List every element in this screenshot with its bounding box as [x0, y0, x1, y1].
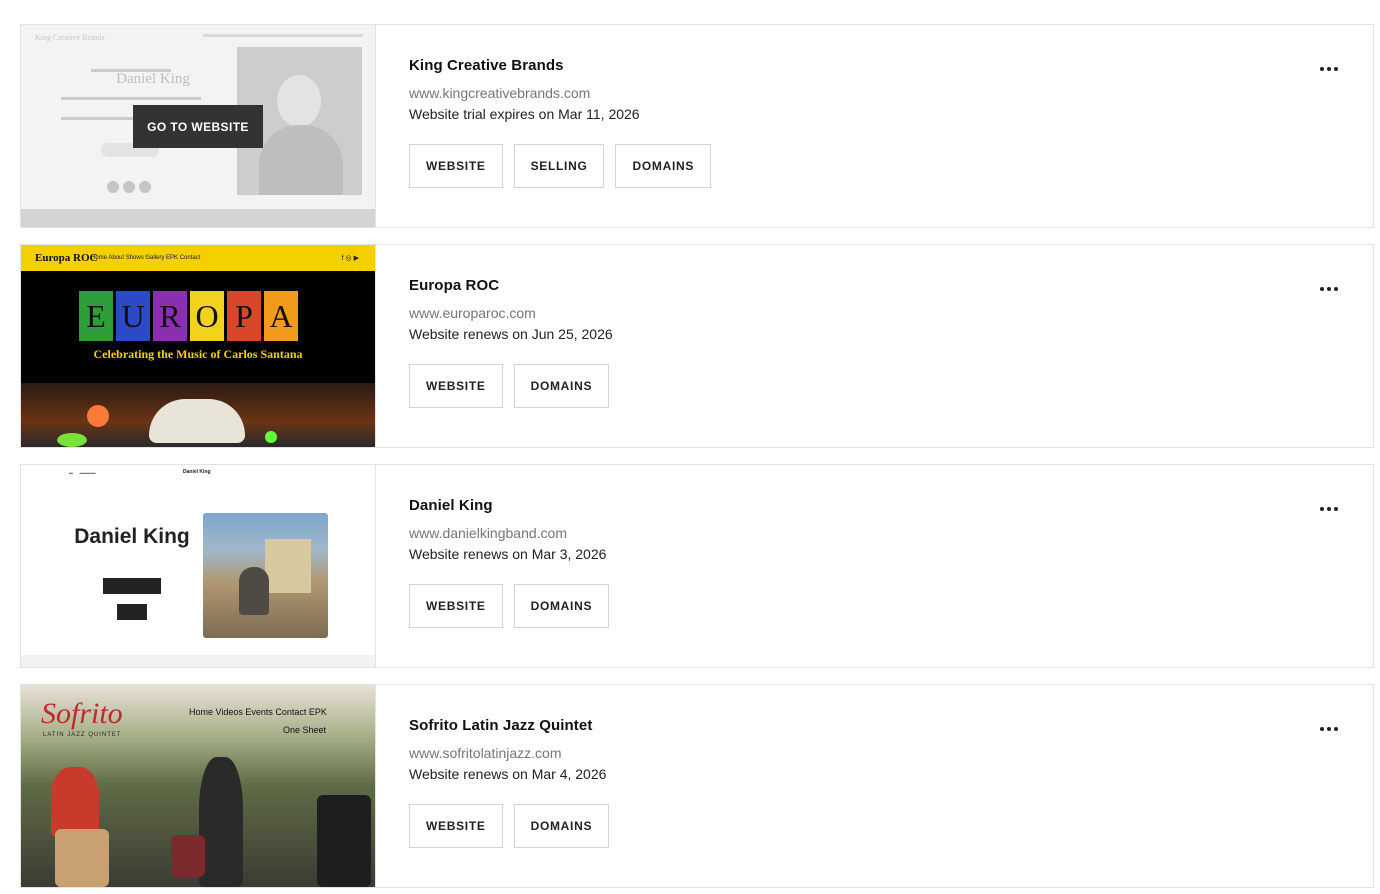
domains-button[interactable]: DOMAINS [513, 364, 610, 408]
thumbnail-banner: E U R O P A [79, 291, 298, 341]
thumbnail-social-icons: f ◎ ▶ [341, 255, 359, 262]
photo-drum [171, 835, 205, 877]
site-status: Website trial expires on Mar 11, 2026 [409, 106, 640, 122]
website-button[interactable]: WEBSITE [409, 144, 503, 188]
thumbnail-nav-secondary: One Sheet [283, 725, 327, 735]
banner-letter: O [190, 291, 224, 341]
thumbnail-social-icon [123, 181, 135, 193]
site-card: King Creative Brands Daniel King GO TO W… [20, 24, 1374, 228]
banner-letter: A [264, 291, 298, 341]
domains-button[interactable]: DOMAINS [615, 144, 712, 188]
thumbnail-tagline: Celebrating the Music of Carlos Santana [93, 347, 303, 361]
ellipsis-icon[interactable] [1317, 279, 1341, 299]
site-card: Europa ROC Home About Shows Gallery EPK … [20, 244, 1374, 448]
banner-letter: P [227, 291, 261, 341]
thumbnail-nav: ▬ ▬▬▬▬ [69, 470, 96, 475]
site-title: Sofrito Latin Jazz Quintet [409, 717, 593, 734]
thumbnail-button [103, 578, 161, 594]
photo-musician [51, 767, 99, 837]
thumbnail-nav: Home Videos Events Contact EPK [189, 707, 327, 717]
site-actions: WEBSITE SELLING DOMAINS [409, 144, 712, 188]
site-actions: WEBSITE DOMAINS [409, 584, 610, 628]
ellipsis-icon[interactable] [1317, 59, 1341, 79]
thumbnail-logo: Sofrito [41, 697, 123, 730]
ellipsis-icon[interactable] [1317, 499, 1341, 519]
photo-building [265, 539, 311, 593]
site-info: King Creative Brands www.kingcreativebra… [409, 57, 712, 188]
thumbnail-brand: Europa ROC [35, 252, 98, 264]
thumbnail-social-icon [107, 181, 119, 193]
thumbnail-text-line [61, 97, 201, 100]
stage-light [87, 405, 109, 427]
go-to-website-button[interactable]: GO TO WEBSITE [133, 105, 263, 148]
stage-light [57, 433, 87, 447]
site-card: ▬ ▬▬▬▬ Daniel King Daniel King Daniel Ki… [20, 464, 1374, 668]
site-status: Website renews on Mar 4, 2026 [409, 766, 607, 782]
site-status: Website renews on Mar 3, 2026 [409, 546, 607, 562]
site-info: Sofrito Latin Jazz Quintet www.sofritola… [409, 717, 610, 848]
site-title: King Creative Brands [409, 57, 564, 74]
site-domain[interactable]: www.sofritolatinjazz.com [409, 745, 609, 761]
website-button[interactable]: WEBSITE [409, 804, 503, 848]
site-actions: WEBSITE DOMAINS [409, 364, 613, 408]
banner-letter: E [79, 291, 113, 341]
thumbnail-header-text: King Creative Brands [35, 33, 105, 42]
site-title: Europa ROC [409, 277, 500, 294]
thumbnail-social-icon [139, 181, 151, 193]
domains-button[interactable]: DOMAINS [513, 804, 610, 848]
site-title: Daniel King [409, 497, 493, 514]
portrait-body [259, 125, 343, 195]
domains-button[interactable]: DOMAINS [513, 584, 610, 628]
thumbnail-hero-name: Daniel King [116, 71, 190, 87]
site-actions: WEBSITE DOMAINS [409, 804, 610, 848]
thumbnail-photo [203, 513, 328, 638]
website-button[interactable]: WEBSITE [409, 364, 503, 408]
site-domain[interactable]: www.europaroc.com [409, 305, 613, 321]
thumbnail-hat [149, 399, 245, 443]
thumbnail-brand: Daniel King [183, 469, 211, 475]
photo-guitarist [239, 567, 269, 615]
thumbnail-footer [21, 655, 375, 667]
site-info: Europa ROC www.europaroc.com Website ren… [409, 277, 613, 408]
site-thumbnail[interactable]: King Creative Brands Daniel King GO TO W… [21, 25, 376, 227]
site-domain[interactable]: www.kingcreativebrands.com [409, 85, 711, 101]
ellipsis-icon[interactable] [1317, 719, 1341, 739]
banner-letter: U [116, 291, 150, 341]
site-info: Daniel King www.danielkingband.com Websi… [409, 497, 610, 628]
photo-conga [55, 829, 109, 887]
site-thumbnail[interactable]: Sofrito LATIN JAZZ QUINTET Home Videos E… [21, 685, 376, 887]
thumbnail-nav: Home About Shows Gallery EPK Contact [91, 255, 201, 261]
site-thumbnail[interactable]: Europa ROC Home About Shows Gallery EPK … [21, 245, 376, 447]
thumbnail-nav [203, 34, 363, 37]
site-domain[interactable]: www.danielkingband.com [409, 525, 609, 541]
thumbnail-logo-subtitle: LATIN JAZZ QUINTET [43, 732, 122, 738]
site-card: Sofrito LATIN JAZZ QUINTET Home Videos E… [20, 684, 1374, 888]
site-thumbnail[interactable]: ▬ ▬▬▬▬ Daniel King Daniel King [21, 465, 376, 667]
selling-button[interactable]: SELLING [513, 144, 605, 188]
website-button[interactable]: WEBSITE [409, 584, 503, 628]
portrait-face [277, 75, 321, 127]
thumbnail-footer [21, 209, 375, 227]
thumbnail-hero-name: Daniel King [74, 525, 190, 548]
stage-light [265, 431, 277, 443]
photo-speaker [317, 795, 371, 887]
photo-musician [199, 757, 243, 887]
thumbnail-text-line [91, 69, 171, 72]
banner-letter: R [153, 291, 187, 341]
thumbnail-button [117, 604, 147, 620]
site-status: Website renews on Jun 25, 2026 [409, 326, 613, 342]
